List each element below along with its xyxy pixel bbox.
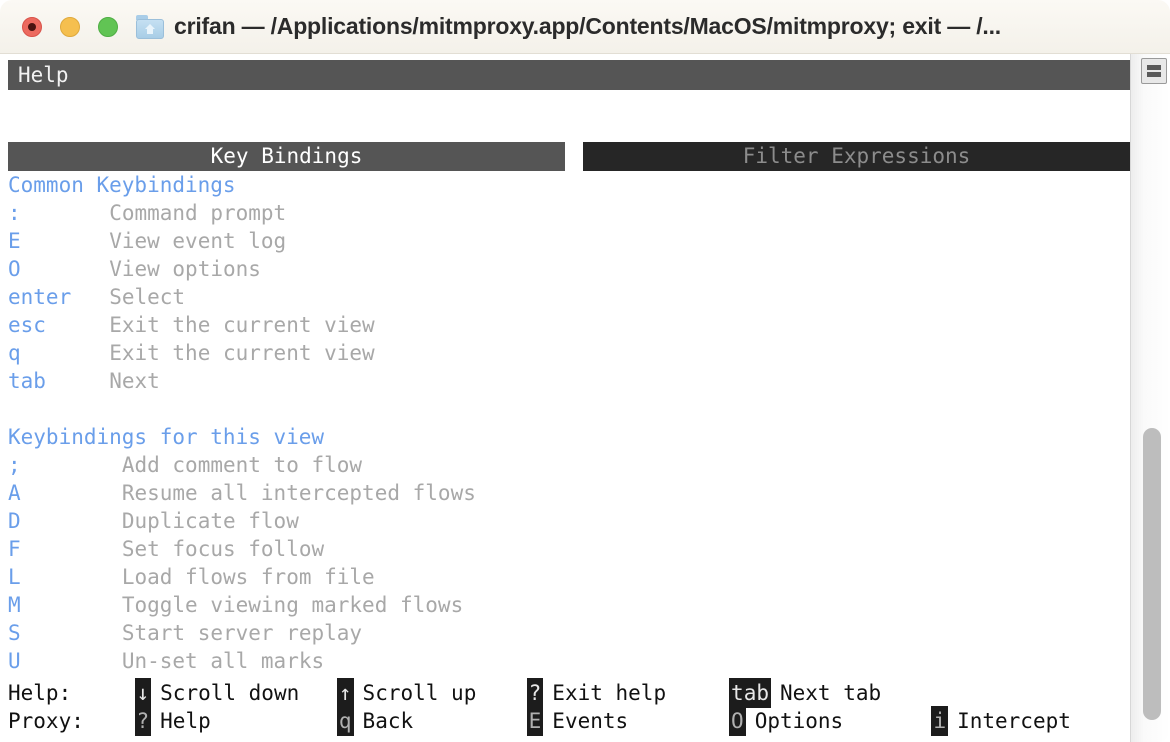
keybinding-key: tab (8, 369, 46, 393)
keybinding-description: Set focus follow (121, 537, 325, 561)
keybinding-description: Un-set all marks (121, 649, 325, 673)
keybinding-key: O (8, 257, 21, 281)
help-bar-item[interactable]: O Options (729, 706, 843, 736)
help-bar-item[interactable]: i Intercept (931, 706, 1071, 736)
help-bar-text: Help (160, 709, 211, 733)
section-spacer (8, 395, 1130, 423)
keybinding-key: A (8, 481, 21, 505)
keybinding-row: : Command prompt (8, 199, 1130, 227)
keybinding-row: D Duplicate flow (8, 507, 1130, 535)
zoom-button[interactable] (98, 16, 118, 37)
keybinding-key: F (8, 537, 21, 561)
keybinding-description: Next (109, 369, 160, 393)
help-bar-text: Options (754, 709, 844, 733)
help-bar-key: i (931, 706, 949, 736)
help-bar-text: Events (552, 709, 629, 733)
help-bar-key: ? (134, 706, 152, 736)
help-bar-text: Next tab (779, 681, 882, 705)
help-bar-key: ? (526, 678, 544, 708)
keybinding-description: Toggle viewing marked flows (121, 593, 464, 617)
section-title: Keybindings for this view (8, 425, 325, 449)
keybinding-description: Start server replay (121, 621, 363, 645)
help-bar-item[interactable]: ? Exit help (526, 678, 667, 708)
keybinding-key: q (8, 341, 21, 365)
proxy-row-label: Proxy: (8, 709, 84, 733)
keybinding-row: esc Exit the current view (8, 311, 1130, 339)
keybinding-row: A Resume all intercepted flows (8, 479, 1130, 507)
keybinding-description: View event log (109, 229, 287, 253)
keybinding-description: Resume all intercepted flows (121, 481, 476, 505)
tab-filter-expressions[interactable]: Filter Expressions (583, 142, 1130, 171)
keybinding-description: Load flows from file (121, 565, 375, 589)
keybinding-description: Exit the current view (109, 341, 375, 365)
help-bar-key: ↑ (336, 678, 354, 708)
help-bar-row-help: Help: ↓ Scroll down ↑ Scroll up? Exit help ta… (0, 678, 1170, 708)
keybinding-key: esc (8, 313, 46, 337)
help-bar-text: Scroll down (160, 681, 300, 705)
keybinding-key: D (8, 509, 21, 533)
keybinding-description: Add comment to flow (121, 453, 363, 477)
section-title: Common Keybindings (8, 173, 236, 197)
close-button[interactable] (22, 16, 42, 37)
keybinding-description: Select (109, 285, 186, 309)
help-bar-item[interactable]: ↓ Scroll down (134, 678, 300, 708)
keybinding-row: L Load flows from file (8, 563, 1130, 591)
help-row-label: Help: (8, 681, 72, 705)
window-title: crifan — /Applications/mitmproxy.app/Con… (174, 13, 1001, 39)
help-bar-key: ↓ (134, 678, 152, 708)
keybinding-key: E (8, 229, 21, 253)
tab-bar: Key Bindings Filter Expressions (8, 142, 1130, 171)
keybinding-description: View options (109, 257, 261, 281)
keybinding-row: S Start server replay (8, 619, 1130, 647)
keybinding-row: M Toggle viewing marked flows (8, 591, 1130, 619)
window-titlebar: crifan — /Applications/mitmproxy.app/Con… (0, 0, 1170, 54)
terminal-window: crifan — /Applications/mitmproxy.app/Con… (0, 0, 1170, 742)
help-bar-key: E (526, 706, 544, 736)
help-bar-text: Scroll up (362, 681, 477, 705)
keybinding-key: S (8, 621, 21, 645)
keybinding-row: q Exit the current view (8, 339, 1130, 367)
help-bar-row-proxy: Proxy: ? Help q Back E Events O Options i Interce… (0, 706, 1170, 736)
bottom-help-bars: Help: ↓ Scroll down ↑ Scroll up? Exit help ta… (0, 675, 1170, 742)
help-bar-text: Back (362, 709, 414, 733)
help-bar-key: O (729, 706, 746, 736)
help-bar-item[interactable]: ? Help (134, 706, 211, 736)
keybinding-key: U (8, 649, 21, 673)
keybinding-row: O View options (8, 255, 1130, 283)
keybinding-description: Duplicate flow (121, 509, 299, 533)
keybinding-key: L (8, 565, 21, 589)
keybinding-row: enter Select (8, 283, 1130, 311)
minimize-button[interactable] (60, 16, 80, 37)
help-header-bar: Help (8, 60, 1130, 90)
keybinding-key: ; (8, 453, 21, 477)
vertical-scrollbar-thumb[interactable] (1143, 428, 1161, 720)
help-bar-text: Intercept (957, 709, 1071, 733)
keybinding-row: ; Add comment to flow (8, 451, 1130, 479)
help-bar-item[interactable]: E Events (526, 706, 629, 736)
help-bar-item[interactable]: ↑ Scroll up (336, 678, 477, 708)
keybinding-row: U Un-set all marks (8, 647, 1130, 675)
keybindings-list: Common Keybindings: Command prompt E View e… (8, 171, 1130, 701)
keybinding-row: F Set focus follow (8, 535, 1130, 563)
page-title: Help (18, 63, 69, 87)
keybinding-key: : (8, 201, 21, 225)
tab-key-bindings[interactable]: Key Bindings (8, 142, 565, 171)
home-folder-icon (136, 14, 164, 39)
help-bar-key: tab (729, 678, 771, 708)
help-bar-key: q (336, 706, 354, 736)
keybinding-key: M (8, 593, 21, 617)
keybinding-key: enter (8, 285, 72, 309)
keybinding-description: Command prompt (109, 201, 287, 225)
help-bar-item[interactable]: tab Next tab (729, 678, 881, 708)
help-bar-text: Exit help (552, 681, 667, 705)
rail-divider (1130, 54, 1131, 742)
keybinding-description: Exit the current view (109, 313, 375, 337)
terminal-content: Help Key Bindings Filter Expressions Com… (0, 54, 1130, 742)
keybinding-row: E View event log (8, 227, 1130, 255)
split-pane-icon[interactable] (1141, 58, 1167, 84)
keybinding-row: tab Next (8, 367, 1130, 395)
help-bar-item[interactable]: q Back (336, 706, 414, 736)
window-traffic-lights (22, 16, 118, 37)
